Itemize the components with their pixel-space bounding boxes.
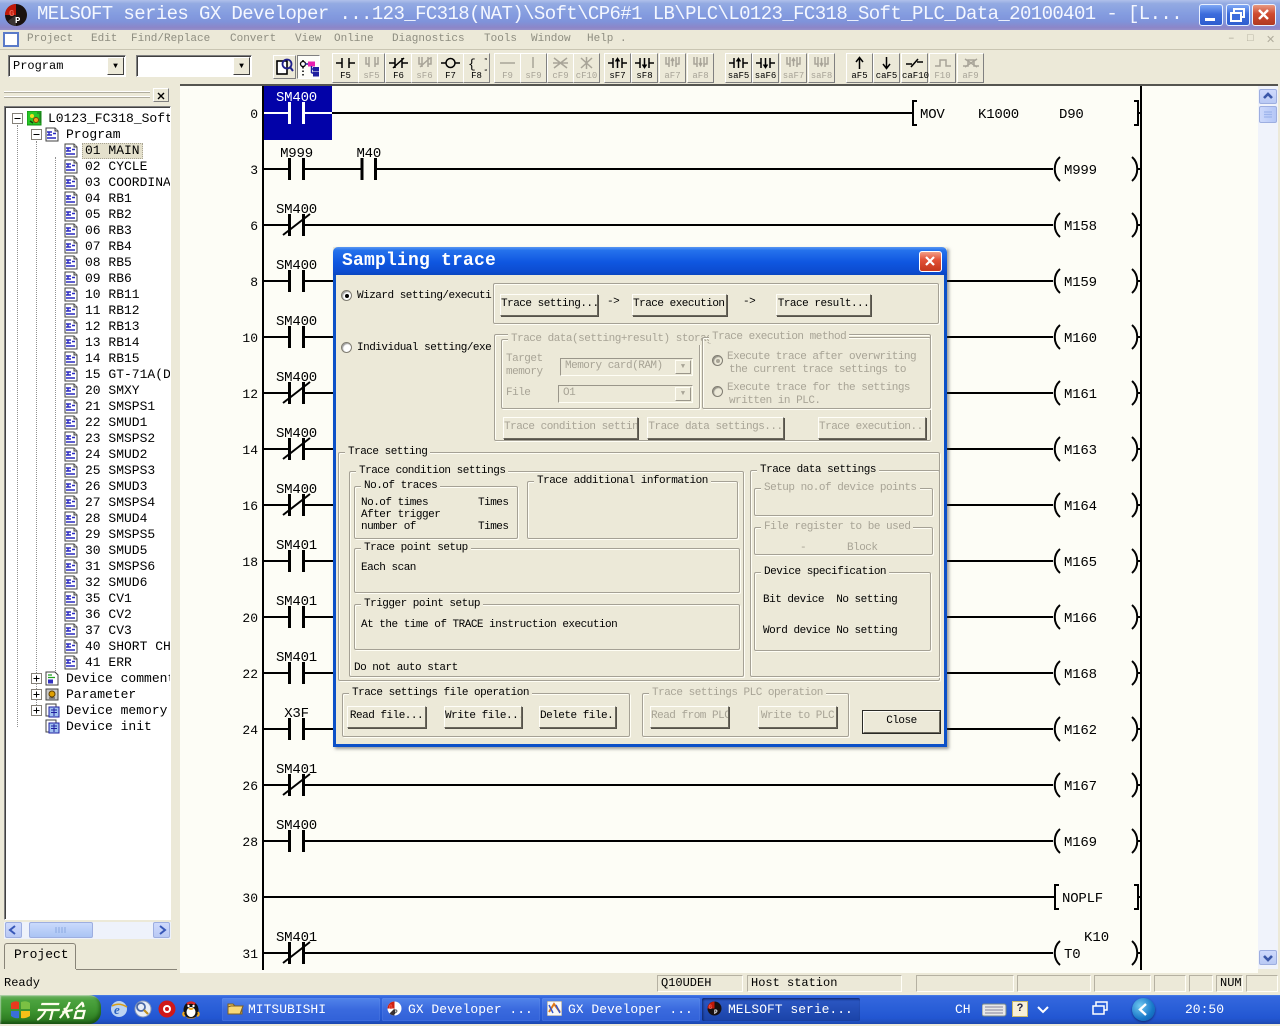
svg-text:M999: M999 bbox=[1064, 163, 1097, 179]
svg-text:P: P bbox=[394, 1009, 398, 1016]
svg-text:SM400: SM400 bbox=[276, 314, 317, 330]
svg-text:M158: M158 bbox=[1064, 219, 1097, 235]
svg-text:SM401: SM401 bbox=[276, 930, 317, 946]
svg-text:30: 30 bbox=[242, 891, 258, 906]
svg-text:M40: M40 bbox=[356, 146, 381, 162]
svg-text:M161: M161 bbox=[1064, 387, 1097, 403]
svg-text:16: 16 bbox=[242, 499, 258, 514]
svg-text:10: 10 bbox=[242, 331, 258, 346]
svg-text:M163: M163 bbox=[1064, 443, 1097, 459]
svg-text:3: 3 bbox=[250, 163, 258, 178]
svg-text:SM400: SM400 bbox=[276, 258, 317, 274]
svg-text:G: G bbox=[9, 9, 14, 19]
svg-text:SM400: SM400 bbox=[276, 370, 317, 386]
svg-text:M169: M169 bbox=[1064, 835, 1097, 851]
svg-text:T0: T0 bbox=[1064, 947, 1080, 963]
svg-text:D90: D90 bbox=[1059, 107, 1084, 123]
svg-text:M162: M162 bbox=[1064, 723, 1097, 739]
svg-text:SM400: SM400 bbox=[276, 426, 317, 442]
svg-text:{ }: { } bbox=[468, 57, 487, 71]
svg-text:K10: K10 bbox=[1084, 930, 1109, 946]
svg-text:SM400: SM400 bbox=[276, 818, 317, 834]
svg-text:MOV: MOV bbox=[920, 107, 945, 123]
svg-text:M166: M166 bbox=[1064, 611, 1097, 627]
svg-text:M167: M167 bbox=[1064, 779, 1097, 795]
svg-text:6: 6 bbox=[250, 219, 258, 234]
svg-text:SM401: SM401 bbox=[276, 594, 317, 610]
svg-text:22: 22 bbox=[242, 667, 258, 682]
svg-text:M999: M999 bbox=[280, 146, 313, 162]
svg-text:26: 26 bbox=[242, 779, 258, 794]
svg-text:SM400: SM400 bbox=[276, 482, 317, 498]
svg-text:K1000: K1000 bbox=[978, 107, 1019, 123]
svg-text:24: 24 bbox=[242, 723, 258, 738]
svg-text:SM401: SM401 bbox=[276, 762, 317, 778]
svg-text:8: 8 bbox=[250, 275, 258, 290]
svg-text:SM400: SM400 bbox=[276, 202, 317, 218]
svg-text:20: 20 bbox=[242, 611, 258, 626]
svg-text:X3F: X3F bbox=[284, 706, 309, 722]
svg-text:SM400: SM400 bbox=[276, 90, 317, 106]
svg-text:P: P bbox=[15, 16, 21, 26]
svg-text:P: P bbox=[714, 1009, 718, 1016]
svg-text:SM401: SM401 bbox=[276, 650, 317, 666]
svg-text:M160: M160 bbox=[1064, 331, 1097, 347]
svg-text:M159: M159 bbox=[1064, 275, 1097, 291]
svg-text:M168: M168 bbox=[1064, 667, 1097, 683]
svg-text:G: G bbox=[389, 1004, 393, 1011]
svg-text:M165: M165 bbox=[1064, 555, 1097, 571]
svg-text:31: 31 bbox=[242, 947, 258, 962]
svg-text:M164: M164 bbox=[1064, 499, 1097, 515]
svg-text:0: 0 bbox=[250, 107, 258, 122]
svg-text:18: 18 bbox=[242, 555, 258, 570]
svg-text:28: 28 bbox=[242, 835, 258, 850]
svg-text:NOPLF: NOPLF bbox=[1062, 891, 1103, 907]
svg-text:14: 14 bbox=[242, 443, 258, 458]
svg-text:G: G bbox=[709, 1004, 713, 1011]
svg-text:12: 12 bbox=[242, 387, 258, 402]
svg-text:SM401: SM401 bbox=[276, 538, 317, 554]
